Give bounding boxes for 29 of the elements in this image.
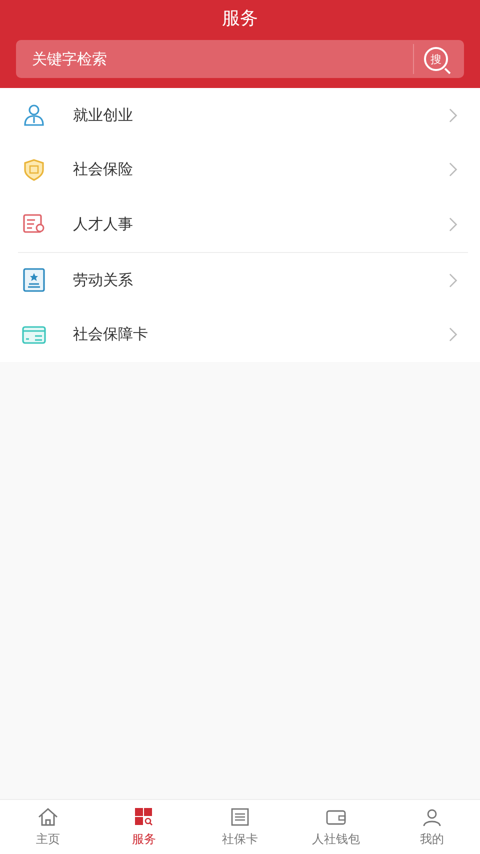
service-label: 社会保险 [73,160,134,180]
document-icon [229,806,251,826]
id-badge-icon [22,268,46,292]
person-icon [22,103,46,128]
service-label: 就业创业 [73,106,134,125]
service-item[interactable]: 人才人事 [18,197,468,253]
chevron-icon [449,216,458,232]
service-item[interactable]: 劳动关系 [0,252,480,308]
service-item[interactable]: 就业创业 [0,88,480,143]
service-item[interactable]: 社会保障卡 [0,307,480,362]
tab[interactable]: 人社钱包 [288,800,384,854]
chevron-icon [449,327,458,342]
service-item[interactable]: 社会保险 [0,142,480,198]
tab[interactable]: 服务 [96,800,192,854]
tab[interactable]: 我的 [384,800,480,854]
page-title: 服务 [222,7,258,31]
service-label: 社会保障卡 [73,325,149,344]
service-label: 人才人事 [73,214,134,234]
chevron-icon [449,162,458,178]
user-icon [421,806,443,826]
service-label: 劳动关系 [73,270,134,290]
search-field[interactable]: 关键字检索 搜 [16,40,464,78]
chevron-icon [449,272,458,288]
chevron-icon [449,108,458,123]
tab[interactable]: 社保卡 [192,800,288,854]
tab[interactable]: 主页 [0,800,96,854]
grid-icon [133,806,155,826]
home-icon [37,806,59,826]
shield-icon [22,158,46,182]
